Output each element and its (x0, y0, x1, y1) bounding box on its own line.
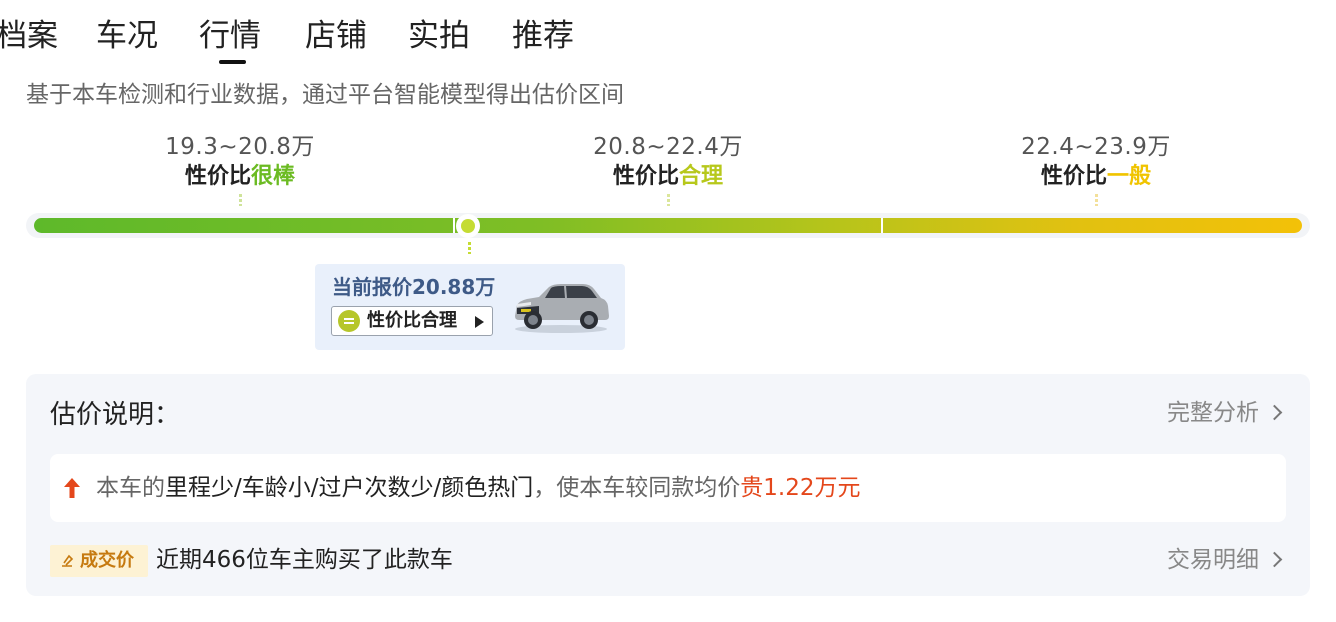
range-level: 合理 (679, 164, 724, 189)
marker-pointer-dots (468, 242, 471, 254)
recent-buyers-text: 近期466位车主购买了此款车 (156, 547, 453, 573)
price-reason-box: 本车的里程少/车龄小/过户次数少/颜色热门，使本车较同款均价贵1.22万元 (50, 454, 1286, 522)
deal-badge-label: 成交价 (80, 550, 134, 571)
chevron-right-icon (1266, 404, 1283, 421)
transaction-details-label: 交易明细 (1167, 547, 1259, 573)
value-bar-track (26, 213, 1310, 238)
tab-condition[interactable]: 车况 (96, 14, 158, 58)
range-fair: 20.8~22.4万 性价比合理 (518, 131, 818, 206)
arrow-up-icon (64, 478, 80, 498)
price-difference: 贵1.22万元 (740, 475, 861, 501)
range-label: 性价比一般 (1040, 164, 1152, 189)
tab-store[interactable]: 店铺 (305, 14, 367, 58)
tab-recommend[interactable]: 推荐 (512, 14, 574, 58)
price-reason-text: 本车的里程少/车龄小/过户次数少/颜色热门，使本车较同款均价贵1.22万元 (96, 475, 861, 501)
valuation-explanation-panel: 估价说明： 完整分析 本车的里程少/车龄小/过户次数少/颜色热门，使本车较同款均… (26, 374, 1310, 596)
active-tab-indicator (219, 60, 246, 64)
valuation-subtitle: 基于本车检测和行业数据，通过平台智能模型得出估价区间 (26, 82, 624, 108)
bar-divider (881, 218, 883, 233)
value-bar-gradient (34, 218, 1302, 233)
range-label: 性价比合理 (612, 164, 724, 189)
current-price-title: 当前报价20.88万 (332, 275, 496, 299)
tab-bar: 档案 车况 行情 店铺 实拍 推荐 (0, 14, 696, 64)
car-suv-image (515, 284, 609, 333)
range-price: 22.4~23.9万 (1021, 134, 1171, 160)
chevron-right-icon (1266, 551, 1283, 568)
range-level: 一般 (1107, 164, 1152, 189)
current-price-card: 当前报价20.88万 性价比合理 (315, 264, 625, 350)
full-analysis-label: 完整分析 (1167, 400, 1259, 426)
tab-archive[interactable]: 档案 (0, 14, 58, 58)
value-rating-button[interactable]: 性价比合理 (331, 306, 493, 336)
reason-factors: 里程少/车龄小/过户次数少/颜色热门 (165, 475, 534, 501)
value-rating-label: 性价比合理 (367, 310, 457, 331)
bar-divider (453, 218, 455, 233)
range-price: 20.8~22.4万 (593, 134, 743, 160)
range-pointer-dots (1094, 194, 1098, 206)
explanation-title: 估价说明： (50, 400, 181, 430)
full-analysis-link[interactable]: 完整分析 (1167, 396, 1283, 430)
equals-circle-icon (338, 310, 360, 332)
current-price-marker (456, 214, 480, 238)
tag-icon (62, 554, 74, 567)
tab-market[interactable]: 行情 (199, 14, 261, 58)
range-level: 很棒 (251, 164, 296, 189)
play-arrow-icon (475, 316, 484, 328)
deal-price-badge: 成交价 (50, 545, 148, 577)
range-pointer-dots (666, 194, 670, 206)
range-great: 19.3~20.8万 性价比很棒 (90, 131, 390, 206)
range-label: 性价比很棒 (184, 164, 296, 189)
range-average: 22.4~23.9万 性价比一般 (946, 131, 1246, 206)
transaction-details-link[interactable]: 交易明细 (1167, 543, 1283, 577)
tab-photos[interactable]: 实拍 (408, 14, 470, 58)
range-price: 19.3~20.8万 (165, 134, 315, 160)
range-pointer-dots (238, 194, 242, 206)
